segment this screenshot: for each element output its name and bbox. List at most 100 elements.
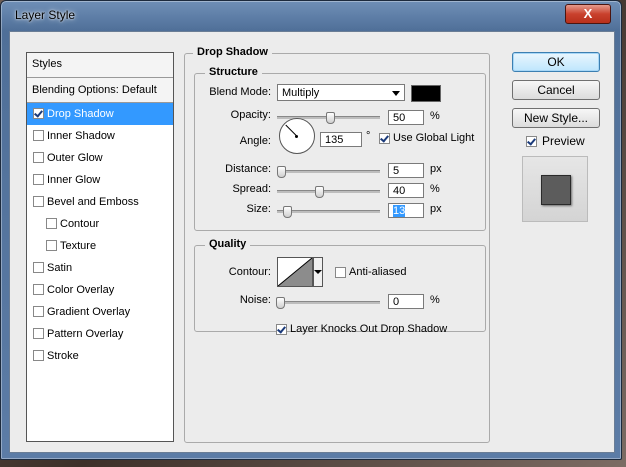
styles-list: Styles Blending Options: Default Drop Sh… <box>26 52 174 442</box>
opacity-input[interactable]: 50 <box>388 110 424 125</box>
checkbox-icon[interactable] <box>33 196 44 207</box>
style-item-label: Inner Glow <box>47 174 101 186</box>
distance-unit: px <box>430 163 442 175</box>
checkbox-icon[interactable] <box>33 108 44 119</box>
style-item-label: Drop Shadow <box>47 108 114 120</box>
blend-mode-select[interactable]: Multiply <box>277 84 405 101</box>
structure-title: Structure <box>205 66 262 78</box>
style-item-label: Texture <box>60 240 97 252</box>
style-item-pattern-overlay[interactable]: Pattern Overlay <box>27 323 173 345</box>
new-style-button[interactable]: New Style... <box>512 108 600 128</box>
size-value: 13 <box>393 205 406 217</box>
angle-center-dot <box>295 135 298 138</box>
styles-header[interactable]: Styles <box>27 53 173 78</box>
anti-aliased-label: Anti-aliased <box>349 266 407 278</box>
spread-label: Spread: <box>232 183 271 195</box>
use-global-light-checkbox[interactable]: Use Global Light <box>379 132 474 144</box>
size-input[interactable]: 13 <box>388 203 424 218</box>
opacity-unit: % <box>430 110 440 122</box>
noise-input[interactable]: 0 <box>388 294 424 309</box>
style-item-contour[interactable]: Contour <box>27 213 173 235</box>
structure-group: Structure Blend Mode: Multiply Opacity: … <box>194 66 486 231</box>
style-item-bevel-and-emboss[interactable]: Bevel and Emboss <box>27 191 173 213</box>
style-item-inner-shadow[interactable]: Inner Shadow <box>27 125 173 147</box>
close-button[interactable]: X <box>565 4 611 24</box>
style-item-satin[interactable]: Satin <box>27 257 173 279</box>
distance-slider-thumb[interactable] <box>277 166 287 178</box>
checkbox-icon <box>526 136 537 147</box>
noise-slider-thumb[interactable] <box>276 297 286 309</box>
checkbox-icon[interactable] <box>33 350 44 361</box>
style-items: Drop Shadow Inner Shadow Outer Glow Inner G… <box>27 103 173 367</box>
checkbox-icon[interactable] <box>33 262 44 273</box>
chevron-down-icon <box>314 270 322 274</box>
ok-button[interactable]: OK <box>512 52 600 72</box>
checkbox-icon <box>276 324 287 335</box>
checkbox-icon[interactable] <box>33 306 44 317</box>
style-item-color-overlay[interactable]: Color Overlay <box>27 279 173 301</box>
dialog-client-area: Styles Blending Options: Default Drop Sh… <box>9 31 615 453</box>
style-item-gradient-overlay[interactable]: Gradient Overlay <box>27 301 173 323</box>
contour-curve-icon <box>278 258 312 286</box>
spread-input[interactable]: 40 <box>388 183 424 198</box>
preview-swatch <box>541 175 571 205</box>
size-unit: px <box>430 203 442 215</box>
noise-slider[interactable] <box>276 297 380 309</box>
checkbox-icon <box>379 133 390 144</box>
layer-knocks-out-label: Layer Knocks Out Drop Shadow <box>290 323 448 335</box>
checkbox-icon[interactable] <box>33 152 44 163</box>
style-item-label: Outer Glow <box>47 152 103 164</box>
spread-unit: % <box>430 183 440 195</box>
distance-slider[interactable] <box>277 166 380 178</box>
checkbox-icon[interactable] <box>46 240 57 251</box>
anti-aliased-checkbox[interactable]: Anti-aliased <box>335 266 406 278</box>
style-item-inner-glow[interactable]: Inner Glow <box>27 169 173 191</box>
opacity-slider-thumb[interactable] <box>325 112 335 124</box>
noise-label: Noise: <box>239 294 271 306</box>
style-item-label: Bevel and Emboss <box>47 196 139 208</box>
style-item-label: Contour <box>60 218 100 230</box>
contour-preview[interactable] <box>277 257 313 287</box>
checkbox-icon[interactable] <box>46 218 57 229</box>
angle-unit: ° <box>366 130 371 142</box>
layer-knocks-out-checkbox[interactable]: Layer Knocks Out Drop Shadow <box>276 323 447 335</box>
shadow-color-swatch[interactable] <box>411 85 441 102</box>
quality-group: Quality Contour: Anti-aliased Noise: 0 % <box>194 238 486 332</box>
spread-slider-thumb[interactable] <box>315 186 325 198</box>
chevron-down-icon <box>392 91 400 96</box>
angle-input[interactable]: 135 <box>320 132 362 147</box>
style-item-label: Satin <box>47 262 73 274</box>
style-item-label: Gradient Overlay <box>47 306 131 318</box>
noise-unit: % <box>430 294 440 306</box>
title-bar[interactable]: Layer Style X <box>1 1 621 31</box>
distance-input[interactable]: 5 <box>388 163 424 178</box>
checkbox-icon[interactable] <box>33 130 44 141</box>
opacity-label: Opacity: <box>230 109 271 121</box>
style-item-label: Stroke <box>47 350 79 362</box>
checkbox-icon[interactable] <box>33 328 44 339</box>
checkbox-icon[interactable] <box>33 174 44 185</box>
contour-label: Contour: <box>228 266 271 278</box>
distance-label: Distance: <box>225 163 271 175</box>
checkbox-icon <box>335 267 346 278</box>
layer-style-dialog: Layer Style X Styles Blending Options: D… <box>0 0 622 460</box>
angle-dial[interactable] <box>279 118 315 154</box>
angle-label: Angle: <box>239 135 271 147</box>
window-title: Layer Style <box>15 8 76 22</box>
style-item-drop-shadow[interactable]: Drop Shadow <box>27 103 173 125</box>
blending-options-item[interactable]: Blending Options: Default <box>27 78 173 103</box>
spread-slider[interactable] <box>277 186 380 198</box>
checkbox-icon[interactable] <box>33 284 44 295</box>
cancel-button[interactable]: Cancel <box>512 80 600 100</box>
style-item-label: Inner Shadow <box>47 130 115 142</box>
quality-title: Quality <box>205 238 251 250</box>
size-slider-thumb[interactable] <box>283 206 293 218</box>
distance-value: 5 <box>393 165 400 177</box>
size-slider[interactable] <box>277 206 380 218</box>
style-item-texture[interactable]: Texture <box>27 235 173 257</box>
style-item-outer-glow[interactable]: Outer Glow <box>27 147 173 169</box>
contour-dropdown[interactable] <box>313 257 323 287</box>
style-preview <box>522 156 588 222</box>
style-item-stroke[interactable]: Stroke <box>27 345 173 367</box>
preview-checkbox[interactable]: Preview <box>526 134 585 148</box>
